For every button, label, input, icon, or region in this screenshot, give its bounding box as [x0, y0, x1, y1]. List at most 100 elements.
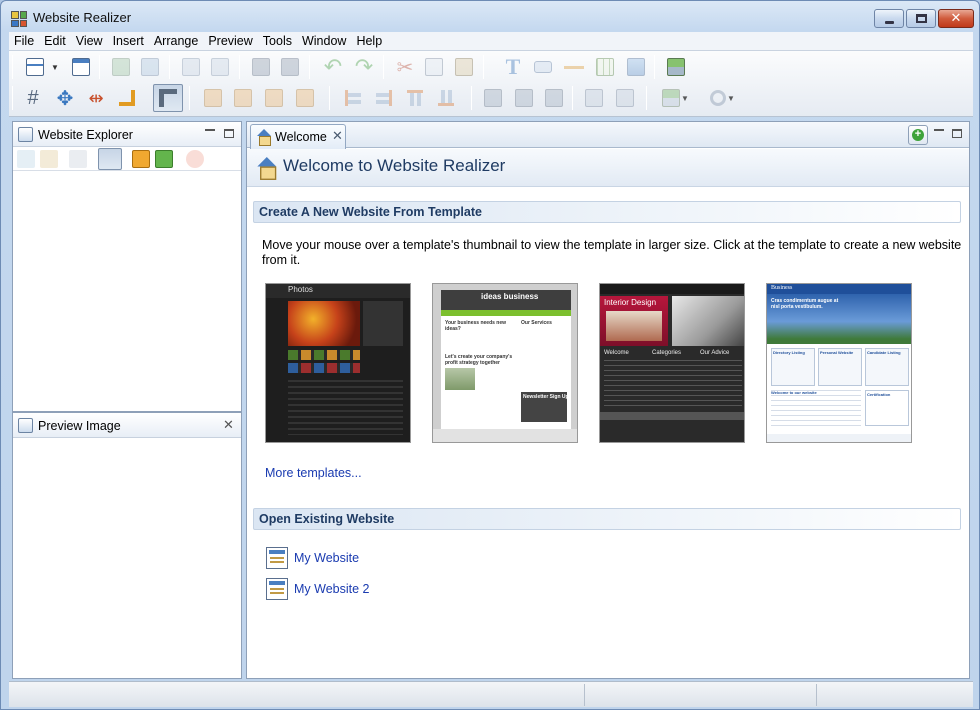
tab-close-icon[interactable]: ✕	[332, 128, 343, 144]
group-icon[interactable]	[262, 86, 286, 110]
title-bar: Website Realizer ✕	[1, 1, 979, 32]
paste-format-icon[interactable]	[613, 86, 637, 110]
app-icon	[11, 11, 27, 27]
ungroup-icon[interactable]	[293, 86, 317, 110]
bring-front-icon[interactable]	[201, 86, 225, 110]
edit-page-icon[interactable]	[40, 150, 58, 168]
website-icon	[266, 547, 288, 569]
status-cell	[816, 684, 972, 706]
toolbar-separator	[169, 55, 170, 79]
template-thumbnail-ideas-business[interactable]: ideas business Your business needs new i…	[432, 283, 578, 443]
toolbar-separator	[572, 86, 573, 110]
menu-preview[interactable]: Preview	[203, 32, 257, 50]
zoom-dropdown[interactable]: ▼	[727, 86, 735, 110]
website-explorer-title: Website Explorer	[38, 128, 133, 142]
paste-icon[interactable]	[452, 55, 476, 79]
menu-arrange[interactable]: Arrange	[149, 32, 203, 50]
tab-welcome[interactable]: Welcome ✕	[250, 124, 346, 149]
close-button[interactable]: ✕	[938, 9, 974, 28]
cut-icon[interactable]: ✂	[393, 55, 417, 79]
layers-icon[interactable]	[664, 55, 688, 79]
align-top-icon[interactable]	[403, 86, 427, 110]
ruler-icon[interactable]	[153, 84, 183, 112]
menu-edit[interactable]: Edit	[39, 32, 71, 50]
recent-website-link[interactable]: My Website 2	[294, 582, 370, 596]
template-interior-col-1: Welcome	[604, 350, 629, 356]
undo-icon[interactable]: ↶	[321, 54, 345, 79]
upload-icon[interactable]	[659, 86, 683, 110]
menu-insert[interactable]: Insert	[108, 32, 149, 50]
new-website-dropdown[interactable]: ▼	[51, 55, 59, 79]
save-icon[interactable]	[249, 55, 273, 79]
same-height-icon[interactable]	[512, 86, 536, 110]
toolbar-separator	[483, 55, 484, 79]
move-up-icon[interactable]	[155, 150, 173, 168]
menu-tools[interactable]: Tools	[258, 32, 297, 50]
same-width-icon[interactable]	[481, 86, 505, 110]
template-business-caption: Business	[771, 285, 793, 291]
preview-image-icon	[18, 418, 33, 433]
preview-page-icon[interactable]	[179, 55, 203, 79]
editor-minimize-icon[interactable]	[934, 128, 944, 131]
panel-minimize-icon[interactable]	[205, 128, 215, 131]
template-ideas-subheading: Let's create your company's profit strat…	[445, 354, 513, 366]
template-business-box-2: Personal Website	[820, 350, 854, 355]
more-templates-link[interactable]: More templates...	[265, 466, 362, 480]
align-right-icon[interactable]	[372, 86, 396, 110]
move-down-icon[interactable]	[132, 150, 150, 168]
publish-icon[interactable]	[138, 55, 162, 79]
duplicate-page-icon[interactable]	[69, 150, 87, 168]
line-icon[interactable]	[562, 55, 586, 79]
editor-maximize-icon[interactable]	[952, 129, 962, 138]
menu-view[interactable]: View	[71, 32, 108, 50]
editor-area: Welcome ✕ + Welcome to Website Realizer …	[246, 121, 970, 679]
toolbar-separator	[12, 55, 13, 79]
copy-icon[interactable]	[422, 55, 446, 79]
template-ideas-caption: ideas business	[481, 292, 539, 301]
copy-format-icon[interactable]	[582, 86, 606, 110]
minimize-button[interactable]	[874, 9, 904, 28]
toolbar-separator	[471, 86, 472, 110]
new-tab-button[interactable]: +	[908, 125, 928, 145]
new-website-icon[interactable]	[23, 55, 47, 79]
site-properties-icon[interactable]	[69, 55, 93, 79]
same-size-icon[interactable]	[542, 86, 566, 110]
align-left-icon[interactable]	[341, 86, 365, 110]
table-icon[interactable]	[593, 55, 617, 79]
upload-dropdown[interactable]: ▼	[681, 86, 689, 110]
template-thumbnail-business[interactable]: Business Cras condimentum augue at nisl …	[766, 283, 912, 443]
save-all-icon[interactable]	[278, 55, 302, 79]
export-icon[interactable]	[109, 55, 133, 79]
template-ideas-newsletter: Newsletter Sign Up	[523, 394, 569, 400]
image-icon[interactable]	[624, 55, 648, 79]
button-icon[interactable]	[531, 55, 555, 79]
recent-website-link[interactable]: My Website	[294, 551, 359, 565]
move-icon[interactable]: ✥	[53, 86, 77, 110]
text-icon[interactable]: T	[501, 54, 525, 79]
corner-icon[interactable]	[115, 86, 139, 110]
template-interior-caption: Interior Design	[604, 298, 657, 307]
preview-site-icon[interactable]	[208, 55, 232, 79]
menu-window[interactable]: Window	[297, 32, 351, 50]
template-business-certification: Certification	[867, 392, 891, 397]
panel-maximize-icon[interactable]	[224, 129, 234, 138]
template-thumbnail-photos[interactable]: Photos	[265, 283, 411, 443]
align-bottom-icon[interactable]	[434, 86, 458, 110]
add-page-icon[interactable]	[17, 150, 35, 168]
toolbar-separator	[189, 86, 190, 110]
welcome-home-icon	[256, 157, 278, 180]
close-icon[interactable]: ✕	[223, 417, 234, 433]
template-thumbnail-interior-design[interactable]: Interior Design Welcome Categories Our A…	[599, 283, 745, 443]
add-icon: +	[912, 129, 924, 141]
grid-icon[interactable]: #	[21, 86, 45, 110]
view-mode-icon[interactable]	[98, 148, 122, 170]
send-back-icon[interactable]	[231, 86, 255, 110]
delete-page-icon[interactable]	[186, 150, 204, 168]
template-photos-caption: Photos	[288, 285, 313, 294]
toolbar-separator	[646, 86, 647, 110]
resize-icon[interactable]: ⇹	[84, 86, 108, 110]
maximize-button[interactable]	[906, 9, 936, 28]
menu-file[interactable]: File	[9, 32, 39, 50]
redo-icon[interactable]: ↷	[352, 54, 376, 79]
menu-help[interactable]: Help	[351, 32, 387, 50]
